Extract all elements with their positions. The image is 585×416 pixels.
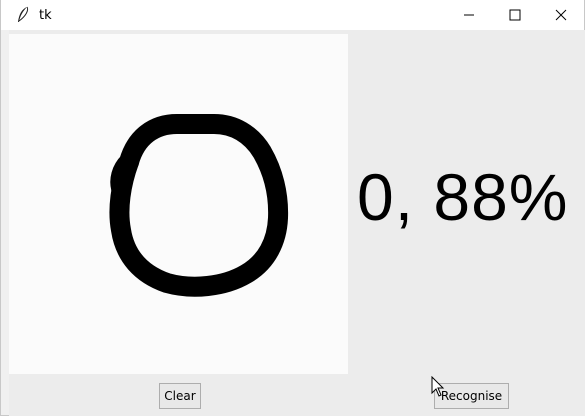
window-controls [446,0,584,30]
feather-icon [18,6,29,22]
prediction-result: 0, 88% [357,160,569,234]
clear-button[interactable]: Clear [159,383,201,409]
app-window: tk 0, 88% Clear Recognise [0,0,585,416]
minimize-button[interactable] [446,0,492,30]
maximize-icon [509,9,521,21]
minimize-icon [464,14,474,16]
title-bar[interactable]: tk [1,0,584,30]
main-content: 0, 88% Clear Recognise [9,30,585,416]
close-icon [555,9,567,21]
mouse-cursor-icon [431,376,445,397]
recognise-button[interactable]: Recognise [434,383,509,409]
drawing-canvas[interactable] [9,34,348,374]
digit-stroke [109,114,289,297]
digit-stroke-tail [110,152,139,198]
close-button[interactable] [538,0,584,30]
maximize-button[interactable] [492,0,538,30]
window-title: tk [39,7,52,23]
